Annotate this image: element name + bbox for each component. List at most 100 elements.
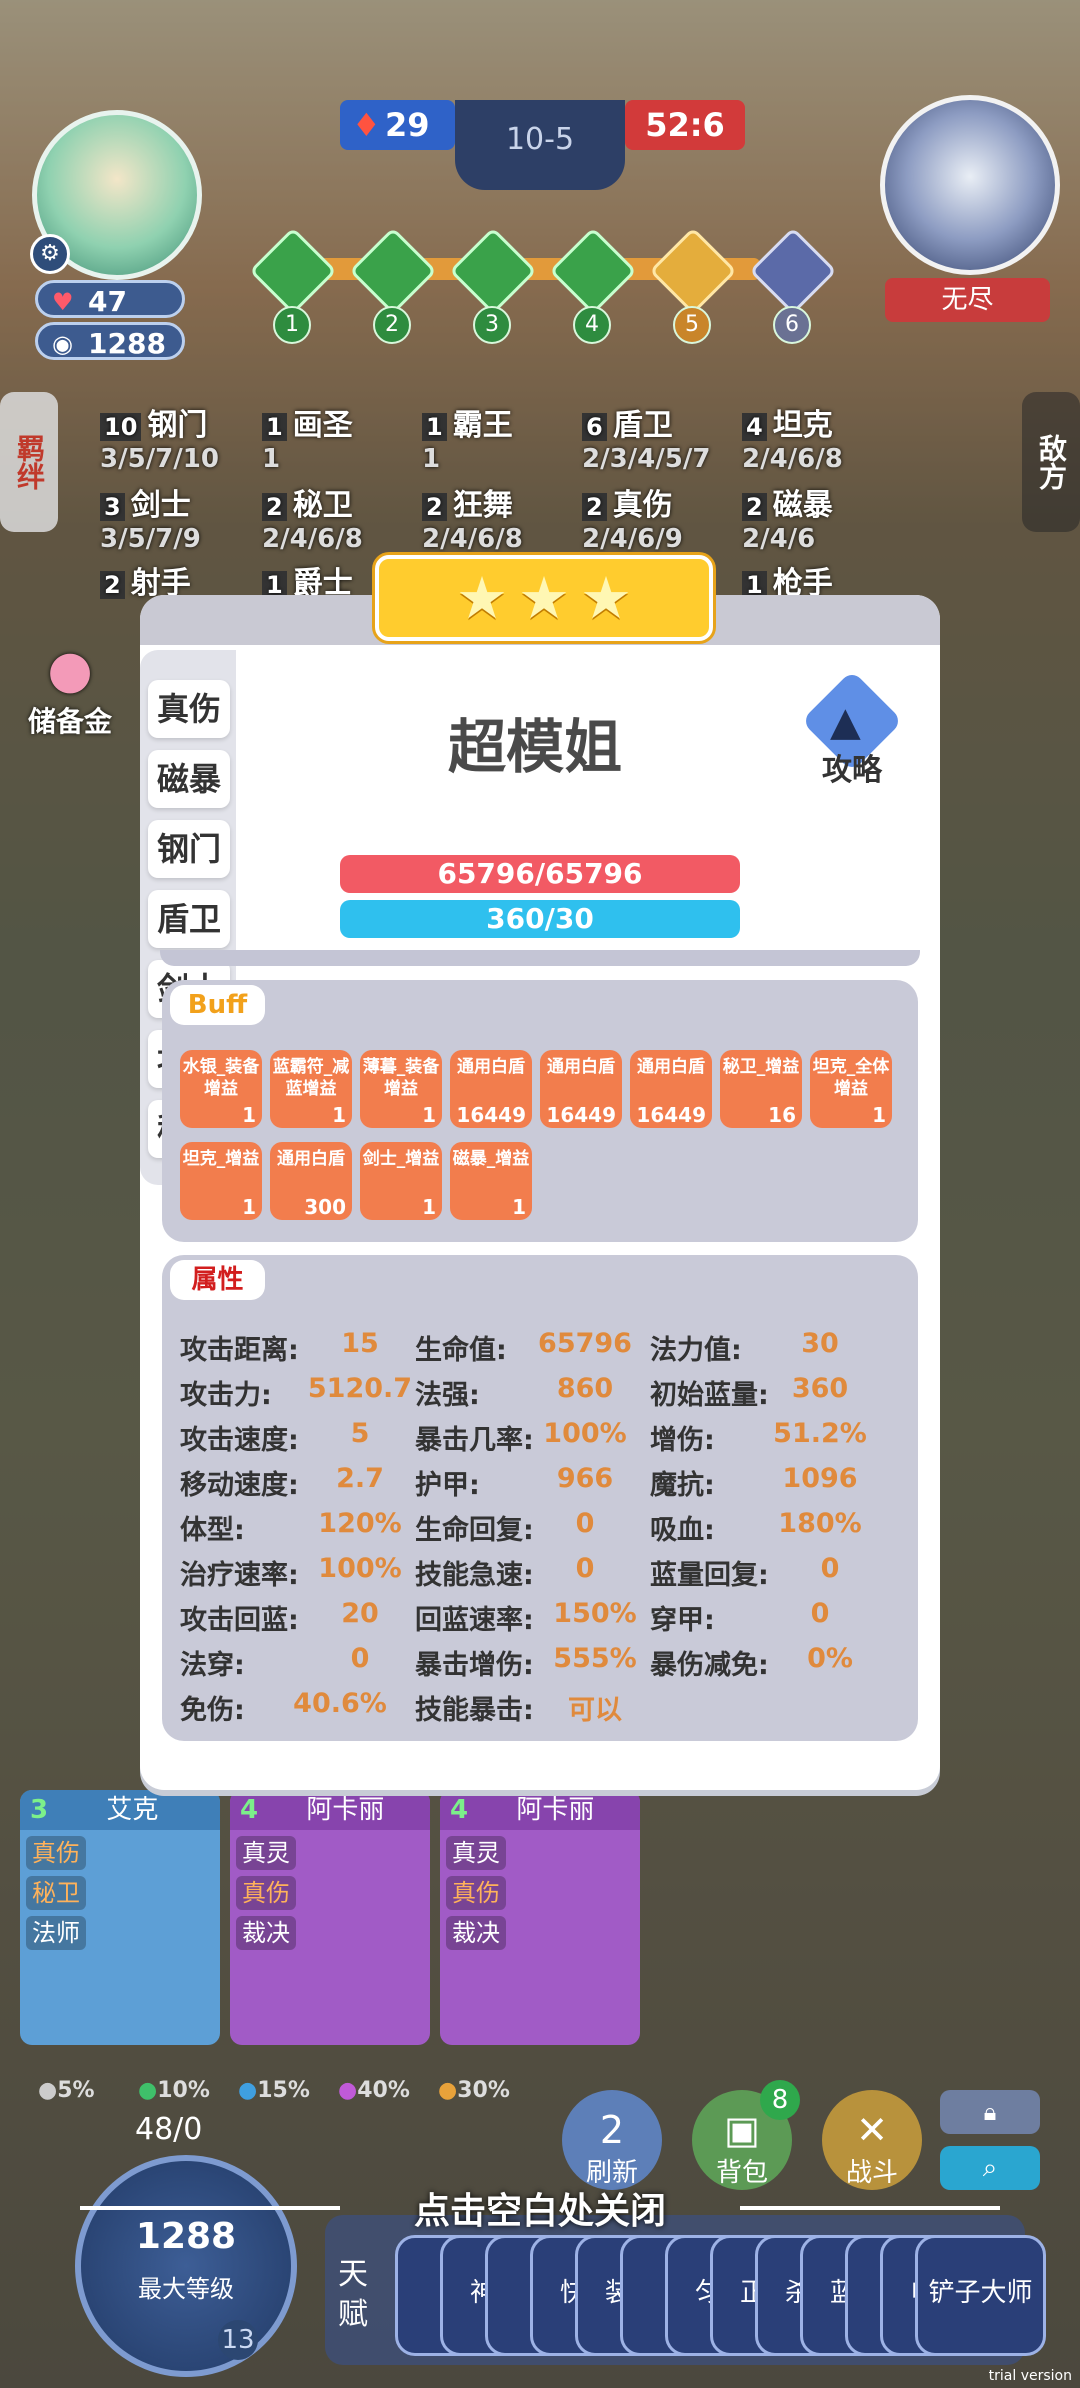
attr-row: 魔抗: 1096 — [650, 1463, 858, 1501]
trait-item[interactable]: 3 剑士 3/5/7/9 — [100, 480, 201, 554]
enemy-tab[interactable]: 敌方 — [1022, 392, 1080, 532]
attr-row: 法力值: 30 — [650, 1328, 839, 1366]
odds-tier-4: ●40% — [338, 2078, 410, 2103]
buff-item[interactable]: 通用白盾 16449 — [540, 1050, 622, 1128]
stage-number: 2 — [373, 306, 411, 344]
odds-tier-2: ●10% — [138, 2078, 210, 2103]
buff-item[interactable]: 秘卫_增益 16 — [720, 1050, 802, 1128]
close-hint[interactable]: 点击空白处关闭 — [0, 2182, 1080, 2234]
odds-tier-1: ●5% — [38, 2078, 95, 2103]
buff-title: Buff — [170, 985, 265, 1025]
level-label: 最大等级 — [138, 2275, 234, 2303]
attr-row: 技能暴击: 可以 — [415, 1695, 622, 1726]
trait-item[interactable]: 2 狂舞 2/4/6/8 — [422, 480, 523, 554]
xp-text: 48/0 — [135, 2112, 203, 2147]
buff-item[interactable]: 蓝霸符_减蓝增益 1 — [270, 1050, 352, 1128]
attr-row: 蓝量回复: 0 — [650, 1553, 840, 1591]
attr-row: 暴击几率: 100% — [415, 1418, 627, 1456]
attr-row: 暴击增伤: 555% — [415, 1643, 637, 1681]
attr-row: 治疗速率: 100% — [180, 1553, 402, 1591]
buff-item[interactable]: 剑士_增益 1 — [360, 1142, 442, 1220]
synergy-tab[interactable]: 羁绊 — [0, 392, 58, 532]
trait-tab[interactable]: 磁暴 — [148, 750, 230, 808]
buff-item[interactable]: 磁暴_增益 1 — [450, 1142, 532, 1220]
trait-item[interactable]: 6 盾卫 2/3/4/5/7 — [582, 400, 710, 474]
attr-row: 法强: 860 — [415, 1373, 614, 1411]
trait-item[interactable]: 2 真伤 2/4/6/9 — [582, 480, 683, 554]
heart-icon: ♥ — [52, 288, 74, 316]
star-rating: ★ ★ ★ — [375, 555, 713, 641]
buff-item[interactable]: 坦克_全体增益 1 — [810, 1050, 892, 1128]
unit-name: 超模姐 — [447, 713, 622, 781]
enemy-label: 无尽 — [885, 278, 1050, 322]
stage-number: 5 — [673, 306, 711, 344]
watermark: trial version — [988, 2368, 1072, 2384]
attr-row: 吸血: 180% — [650, 1508, 862, 1546]
trait-item[interactable]: 1 画圣 1 — [262, 400, 353, 474]
strategy-button[interactable]: ▲ 攻略 — [801, 670, 903, 788]
shop-card[interactable]: 3 艾克 真伤 秘卫 法师 — [20, 1790, 220, 2045]
attr-row: 移动速度: 2.7 — [180, 1463, 384, 1501]
fight-button[interactable]: ✕ 战斗 — [822, 2090, 922, 2190]
buff-item[interactable]: 坦克_增益 1 — [180, 1142, 262, 1220]
attr-row: 生命值: 65796 — [415, 1328, 632, 1366]
trait-item[interactable]: 1 霸王 1 — [422, 400, 513, 474]
settings-gear-icon[interactable]: ⚙ — [30, 234, 70, 274]
hp-bar: 65796/65796 — [340, 855, 740, 893]
attr-row: 技能急速: 0 — [415, 1553, 595, 1591]
attr-row: 穿甲: 0 — [650, 1598, 830, 1636]
buff-item[interactable]: 通用白盾 300 — [270, 1142, 352, 1220]
attr-row: 初始蓝量: 360 — [650, 1373, 849, 1411]
star-icon: ★ — [456, 564, 508, 632]
stage-number: 3 — [473, 306, 511, 344]
player-level: 13 — [218, 2320, 258, 2360]
star-icon: ★ — [580, 564, 632, 632]
mana-bar: 360/30 — [340, 900, 740, 938]
lock-icon[interactable]: 🔒︎ — [940, 2090, 1040, 2134]
attr-row: 体型: 120% — [180, 1508, 402, 1546]
gold-value: 1288 — [88, 327, 166, 360]
buff-item[interactable]: 薄暮_装备增益 1 — [360, 1050, 442, 1128]
round-indicator: 10-5 — [455, 100, 625, 190]
attr-row: 生命回复: 0 — [415, 1508, 595, 1546]
trait-item[interactable]: 4 坦克 2/4/6/8 — [742, 400, 843, 474]
attr-row: 免伤: 40.6% — [180, 1688, 387, 1726]
trait-tab[interactable]: 真伤 — [148, 680, 230, 738]
savings-button[interactable]: ● 储备金 — [28, 640, 112, 740]
stage-number: 6 — [773, 306, 811, 344]
enemy-avatar[interactable] — [880, 95, 1060, 275]
trait-item[interactable]: 2 磁暴 2/4/6 — [742, 480, 833, 554]
stage-number: 4 — [573, 306, 611, 344]
trait-tab[interactable]: 盾卫 — [148, 890, 230, 948]
scroll-divider — [160, 950, 920, 966]
attr-row: 增伤: 51.2% — [650, 1418, 867, 1456]
bag-count-badge: 8 — [760, 2080, 800, 2120]
trait-tab[interactable]: 钢门 — [148, 820, 230, 878]
gold-pill: ◉ 1288 — [35, 322, 185, 360]
buff-item[interactable]: 通用白盾 16449 — [450, 1050, 532, 1128]
attr-row: 回蓝速率: 150% — [415, 1598, 637, 1636]
right-score: 52:6 — [625, 100, 745, 150]
buff-item[interactable]: 水银_装备增益 1 — [180, 1050, 262, 1128]
attr-row: 攻击速度: 5 — [180, 1418, 370, 1456]
talent-chip-last[interactable]: 铲子大师 — [915, 2235, 1046, 2356]
flame-icon: ♦ — [352, 106, 381, 144]
stage-number: 1 — [273, 306, 311, 344]
attr-row: 护甲: 966 — [415, 1463, 614, 1501]
attributes-title: 属性 — [170, 1260, 265, 1300]
hp-pill: ♥ 47 — [35, 280, 185, 318]
odds-tier-5: ●30% — [438, 2078, 510, 2103]
shop-card[interactable]: 4 阿卡丽 真灵 真伤 裁决 — [440, 1790, 640, 2045]
hp-value: 47 — [88, 285, 127, 318]
shop-card[interactable]: 4 阿卡丽 真灵 真伤 裁决 — [230, 1790, 430, 2045]
trait-item[interactable]: 2 秘卫 2/4/6/8 — [262, 480, 363, 554]
buff-item[interactable]: 通用白盾 16449 — [630, 1050, 712, 1128]
coin-icon: ◉ — [52, 330, 73, 358]
graduation-cap-icon: ▲ — [830, 699, 861, 745]
talent-label: 天赋 — [338, 2257, 368, 2332]
trait-item[interactable]: 10 钢门 3/5/7/10 — [100, 400, 219, 474]
refresh-button[interactable]: 2 刷新 — [562, 2090, 662, 2190]
piggy-bank-icon: ● — [47, 640, 93, 700]
left-score: ♦ 29 — [340, 100, 455, 150]
odds-tier-3: ●15% — [238, 2078, 310, 2103]
